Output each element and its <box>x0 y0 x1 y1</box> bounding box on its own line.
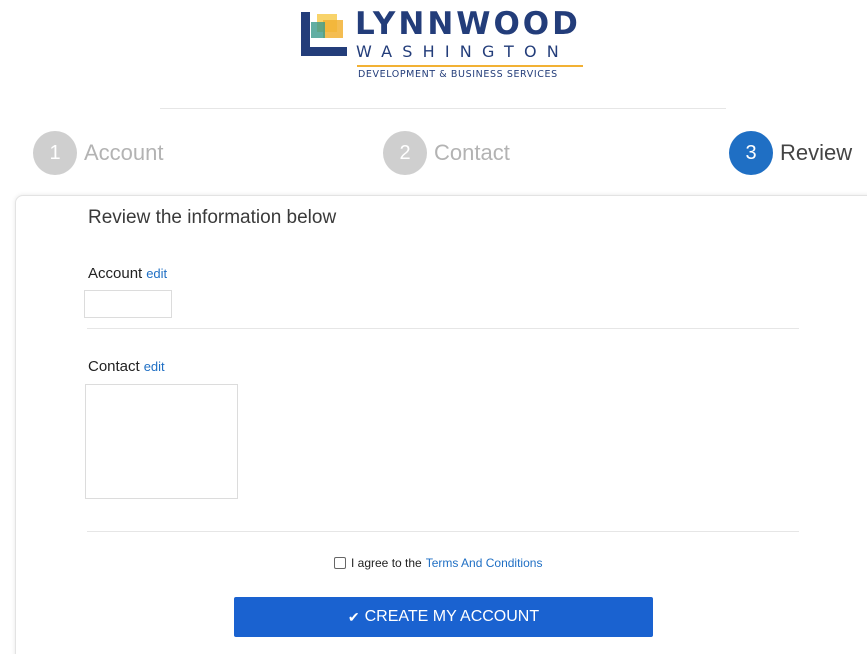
terms-agreement: I agree to the Terms And Conditions <box>334 556 542 570</box>
step-number-circle: 1 <box>33 131 77 175</box>
step-account[interactable]: 1 Account <box>33 131 164 175</box>
account-title-label: Account <box>88 265 143 282</box>
account-edit-link[interactable]: edit <box>146 266 167 281</box>
step-number-circle: 3 <box>729 131 773 175</box>
check-icon: ✔ <box>347 608 360 625</box>
page: LYNNWOOD WASHINGTON DEVELOPMENT & BUSINE… <box>0 0 867 654</box>
account-section-title: Account edit <box>88 265 167 282</box>
terms-agree-label: I agree to the <box>351 556 422 570</box>
account-summary-box <box>84 290 172 318</box>
step-contact[interactable]: 2 Contact <box>383 131 510 175</box>
contact-title-label: Contact <box>88 358 140 375</box>
logo-rule <box>357 65 583 67</box>
logo-subtitle: WASHINGTON <box>356 42 569 61</box>
step-label: Review <box>780 140 853 165</box>
contact-section-title: Contact edit <box>88 358 165 375</box>
header-divider <box>160 108 726 109</box>
section-divider <box>87 328 799 329</box>
create-account-button[interactable]: ✔ CREATE MY ACCOUNT <box>234 597 653 637</box>
review-heading: Review the information below <box>88 207 337 228</box>
step-label: Contact <box>434 140 510 165</box>
contact-edit-link[interactable]: edit <box>144 359 165 374</box>
step-label: Account <box>84 140 164 165</box>
create-account-label: CREATE MY ACCOUNT <box>364 608 540 625</box>
terms-and-conditions-link[interactable]: Terms And Conditions <box>426 556 543 570</box>
terms-checkbox[interactable] <box>334 557 346 569</box>
lynnwood-logo: LYNNWOOD WASHINGTON DEVELOPMENT & BUSINE… <box>299 6 599 86</box>
step-number-circle: 2 <box>383 131 427 175</box>
lynnwood-logo-mark-icon <box>301 12 347 56</box>
logo-title: LYNNWOOD <box>355 6 581 42</box>
contact-summary-box <box>85 384 238 499</box>
logo-tagline: DEVELOPMENT & BUSINESS SERVICES <box>358 69 558 80</box>
section-divider <box>87 531 799 532</box>
step-review: 3 Review <box>729 131 852 175</box>
